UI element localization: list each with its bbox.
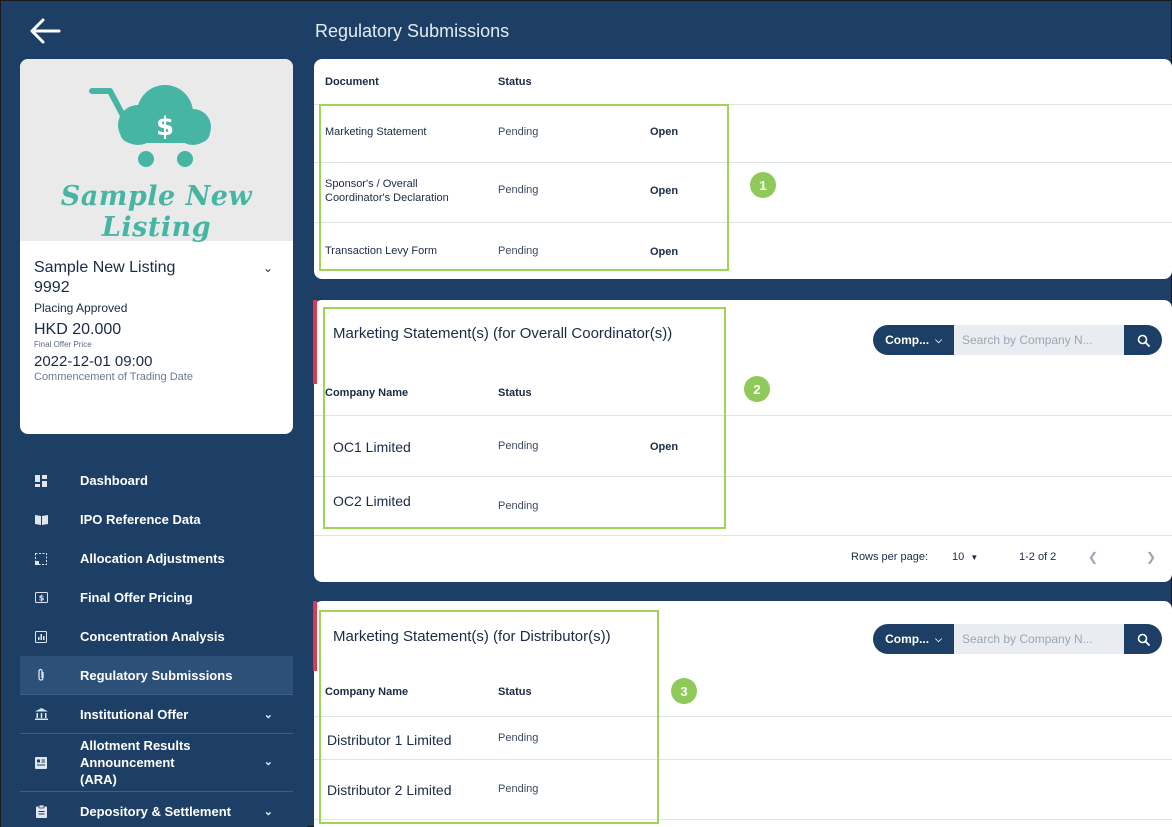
search-button[interactable]	[1124, 624, 1162, 654]
rows-per-page-select[interactable]: 10 ▼	[952, 551, 978, 563]
search-icon	[1137, 633, 1150, 646]
highlight-box-2	[323, 307, 726, 529]
search-input[interactable]	[954, 624, 1124, 654]
stock-code: 9992	[34, 279, 70, 296]
rows-per-page-label: Rows per page:	[851, 551, 929, 563]
sidebar-nav: Dashboard IPO Reference Data Allocation …	[20, 461, 293, 827]
sidebar-item-dashboard[interactable]: Dashboard	[20, 461, 293, 500]
final-offer-price: HKD 20.000	[34, 321, 122, 338]
section-accent-bar	[313, 300, 317, 384]
next-page-icon[interactable]: ❯	[1146, 550, 1156, 564]
chevron-down-icon: ⌄	[263, 708, 273, 721]
caret-down-icon: ▼	[970, 553, 979, 562]
sidebar-item-label: Regulatory Submissions	[80, 667, 233, 683]
callout-badge-1: 1	[750, 172, 776, 198]
sidebar-item-label: Dashboard	[80, 473, 148, 488]
dollar-icon: $	[34, 591, 48, 605]
sidebar-item-label: IPO Reference Data	[80, 512, 201, 527]
back-arrow-icon[interactable]	[25, 15, 65, 47]
filter-label: Comp...	[885, 333, 930, 347]
column-header-status: Status	[498, 76, 532, 88]
listing-status: Placing Approved	[34, 301, 128, 315]
newspaper-icon	[34, 756, 48, 770]
clipboard-icon	[34, 805, 48, 819]
page-title: Regulatory Submissions	[315, 21, 510, 41]
svg-text:$: $	[38, 594, 44, 603]
section-accent-bar	[313, 601, 317, 671]
callout-badge-2: 2	[744, 376, 770, 402]
chevron-down-icon: ⌵	[935, 334, 942, 345]
sidebar-item-label: Allocation Adjustments	[80, 551, 225, 566]
book-icon	[34, 513, 48, 527]
filter-label: Comp...	[885, 632, 930, 646]
row-divider	[314, 535, 1172, 536]
search-icon	[1137, 334, 1150, 347]
chevron-down-icon: ⌵	[935, 633, 942, 644]
sidebar-item-label: Final Offer Pricing	[80, 590, 193, 605]
company-filter-dropdown[interactable]: Comp... ⌵	[873, 325, 954, 355]
search-input[interactable]	[954, 325, 1124, 355]
sidebar-item-regulatory-submissions[interactable]: Regulatory Submissions	[20, 656, 293, 695]
sidebar: $ Sample New Listing Sample New Listing …	[1, 1, 307, 827]
company-search: Comp... ⌵	[873, 325, 1162, 355]
sidebar-item-label: Allotment Results Announcement (ARA)	[80, 738, 191, 787]
sidebar-item-institutional-offer[interactable]: Institutional Offer ⌄	[20, 695, 293, 734]
company-search: Comp... ⌵	[873, 624, 1162, 654]
sidebar-item-ara[interactable]: Allotment Results Announcement (ARA) ⌄	[20, 734, 293, 792]
chevron-down-icon[interactable]: ⌄	[263, 261, 273, 275]
documents-card: Document Status Marketing Statement Pend…	[314, 59, 1172, 279]
highlight-box-3	[319, 610, 659, 824]
sidebar-item-label: Depository & Settlement	[80, 804, 231, 819]
chevron-down-icon: ⌄	[263, 806, 273, 818]
sidebar-item-depository-settlement[interactable]: Depository & Settlement ⌄	[20, 792, 293, 827]
chevron-down-icon: ⌄	[263, 756, 273, 768]
prev-page-icon[interactable]: ❮	[1088, 550, 1098, 564]
sidebar-item-ipo-reference-data[interactable]: IPO Reference Data	[20, 500, 293, 539]
logo-wordmark: Sample New Listing	[60, 181, 253, 243]
dashboard-icon	[34, 474, 48, 488]
trading-date-label: Commencement of Trading Date	[34, 371, 193, 383]
cart-cloud-logo-icon: $	[89, 85, 211, 167]
svg-text:$: $	[156, 112, 174, 142]
listing-info: Sample New Listing ⌄ 9992 Placing Approv…	[20, 241, 293, 383]
sidebar-item-allocation-adjustments[interactable]: Allocation Adjustments	[20, 539, 293, 578]
overall-coordinator-card: Marketing Statement(s) (for Overall Coor…	[313, 300, 1172, 582]
sidebar-item-final-offer-pricing[interactable]: $ Final Offer Pricing	[20, 578, 293, 617]
sidebar-item-concentration-analysis[interactable]: Concentration Analysis	[20, 617, 293, 656]
distributor-card: Marketing Statement(s) (for Distributor(…	[313, 601, 1172, 827]
trading-date: 2022-12-01 09:00	[34, 353, 153, 370]
bank-icon	[34, 707, 48, 721]
final-offer-price-label: Final Offer Price	[34, 340, 92, 349]
adjust-icon	[34, 552, 48, 566]
sidebar-item-label: Institutional Offer	[80, 706, 189, 722]
callout-badge-3: 3	[671, 678, 697, 704]
chart-icon	[34, 630, 48, 644]
column-header-document: Document	[325, 76, 379, 88]
listing-logo: $ Sample New Listing	[20, 59, 293, 243]
company-filter-dropdown[interactable]: Comp... ⌵	[873, 624, 954, 654]
listing-name: Sample New Listing	[34, 259, 176, 276]
search-button[interactable]	[1124, 325, 1162, 355]
paperclip-icon	[34, 668, 48, 682]
rows-per-page-value: 10	[952, 551, 965, 563]
highlight-box-1	[319, 104, 729, 271]
listing-profile-card: $ Sample New Listing Sample New Listing …	[20, 59, 293, 434]
sidebar-item-label: Concentration Analysis	[80, 629, 225, 644]
pagination-range: 1-2 of 2	[1019, 551, 1057, 563]
